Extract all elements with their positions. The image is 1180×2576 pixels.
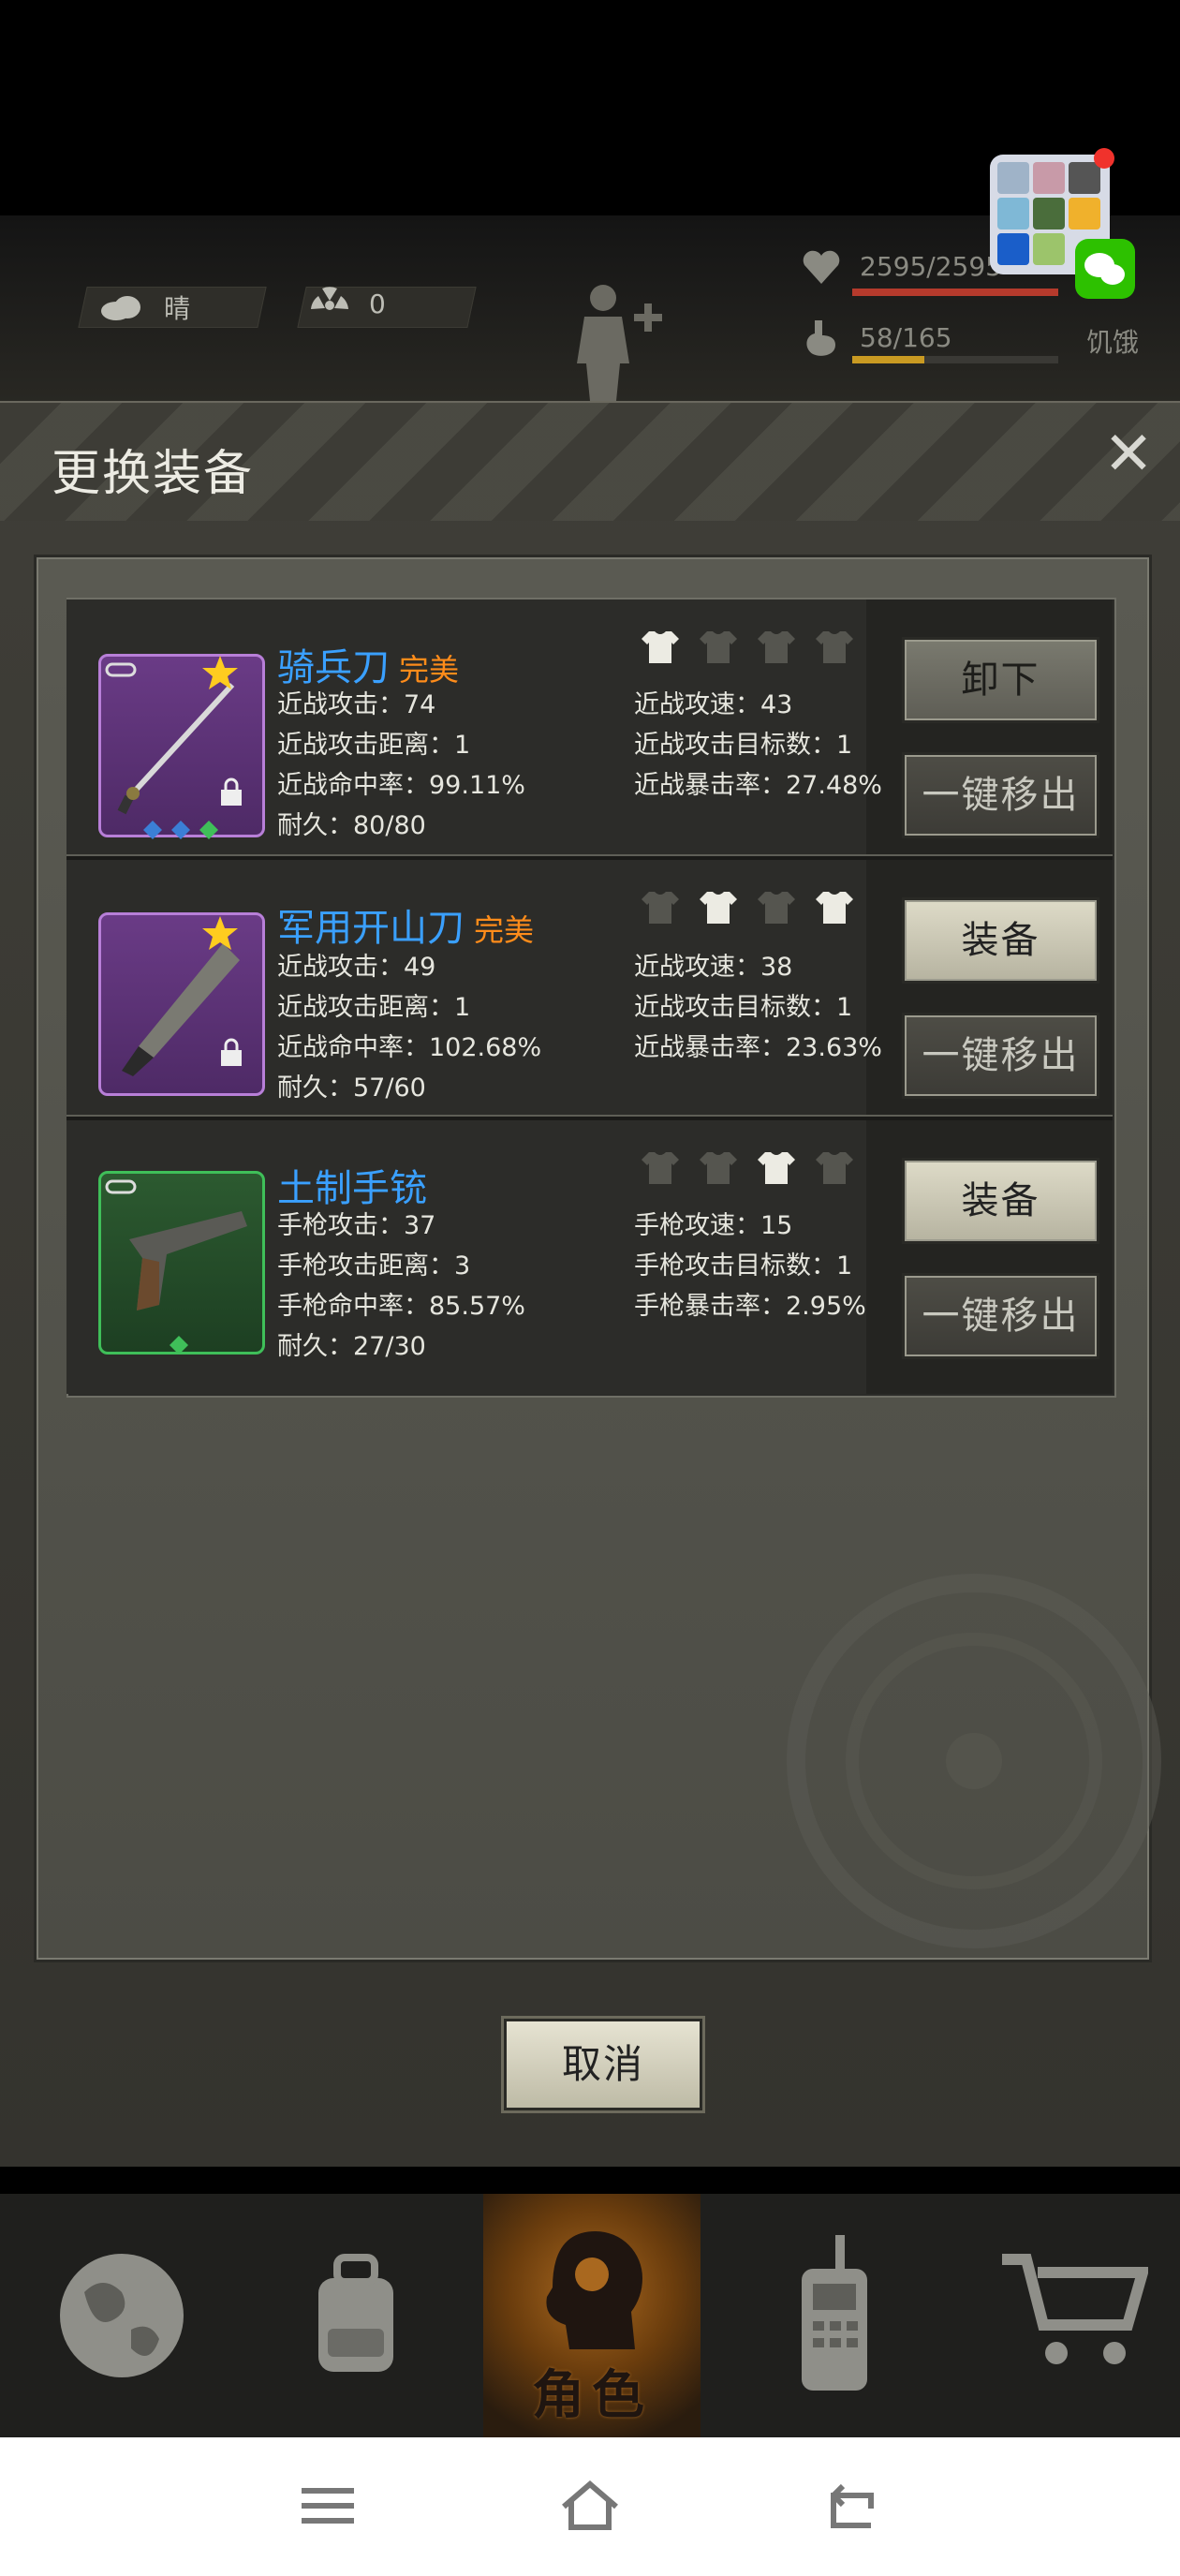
close-icon[interactable]: ✕ bbox=[1100, 424, 1157, 484]
attr-attack: 近战攻击：74 bbox=[277, 690, 436, 719]
shirt-tier-2-icon bbox=[700, 892, 738, 924]
attr-attack: 手枪攻击：37 bbox=[277, 1211, 436, 1240]
hunger-label: 饥饿 bbox=[1086, 327, 1140, 358]
attr-durability: 耐久：80/80 bbox=[277, 811, 426, 840]
heart-icon bbox=[803, 250, 840, 284]
backpack-icon bbox=[318, 2254, 393, 2372]
attr-accuracy: 近战命中率：102.68% bbox=[277, 1033, 542, 1062]
bottom-navigation: 角色 bbox=[0, 2194, 1180, 2437]
item-icon-frame[interactable] bbox=[98, 654, 265, 837]
nav-backpack[interactable] bbox=[253, 2194, 470, 2437]
wechat-icon[interactable] bbox=[1075, 239, 1135, 299]
menu-icon[interactable] bbox=[302, 2484, 354, 2527]
unequip-button[interactable]: 卸下 bbox=[902, 637, 1099, 723]
star-icon bbox=[202, 656, 238, 689]
attr-durability: 耐久：57/60 bbox=[277, 1073, 426, 1103]
nav-world[interactable] bbox=[9, 2194, 227, 2437]
head-gear-icon bbox=[546, 2231, 642, 2349]
home-icon[interactable] bbox=[558, 2479, 622, 2533]
equip-button[interactable]: 装备 bbox=[902, 897, 1099, 984]
item-quality: 完美 bbox=[399, 652, 460, 688]
shirt-tier-1-icon bbox=[642, 892, 679, 924]
hp-value: 2595/2595 bbox=[860, 251, 1002, 282]
nav-character-label: 角色 bbox=[532, 2365, 652, 2426]
cancel-button[interactable]: 取消 bbox=[504, 2019, 702, 2110]
stomach-icon bbox=[806, 320, 835, 356]
equip-button[interactable]: 装备 bbox=[902, 1158, 1099, 1244]
body-health-icon[interactable] bbox=[571, 279, 674, 401]
remove-all-button[interactable]: 一键移出 bbox=[902, 752, 1099, 838]
lock-icon bbox=[221, 777, 242, 806]
system-navigation-bar bbox=[0, 2437, 1180, 2576]
shirt-tier-4-icon bbox=[816, 892, 854, 924]
shirt-tier-1-icon bbox=[642, 631, 679, 663]
attr-speed: 近战攻速：38 bbox=[634, 953, 793, 982]
shirt-tier-3-icon bbox=[758, 892, 796, 924]
shirt-tier-4-icon bbox=[816, 631, 854, 663]
notification-dot bbox=[1094, 148, 1114, 169]
radiation-value: 0 bbox=[369, 289, 386, 319]
weather-cloud-icon bbox=[101, 296, 140, 320]
attr-range: 手枪攻击距离：3 bbox=[277, 1251, 471, 1281]
attr-speed: 近战攻速：43 bbox=[634, 690, 793, 719]
link-icon bbox=[105, 662, 137, 677]
shirt-tier-3-icon bbox=[758, 631, 796, 663]
attr-crit: 近战暴击率：27.48% bbox=[634, 771, 882, 800]
walkie-talkie-icon bbox=[802, 2235, 867, 2391]
nav-shop[interactable] bbox=[970, 2194, 1180, 2437]
gem-slots bbox=[170, 1336, 188, 1355]
radiation-icon bbox=[311, 287, 348, 310]
nav-character[interactable]: 角色 bbox=[483, 2194, 701, 2437]
attr-targets: 近战攻击目标数：1 bbox=[634, 993, 853, 1022]
hp-bar bbox=[852, 289, 1058, 296]
shirt-tier-3-icon bbox=[758, 1152, 796, 1184]
cart-icon bbox=[1002, 2254, 1148, 2364]
gem-slots bbox=[143, 821, 218, 839]
armor-slot-icons bbox=[640, 888, 867, 929]
attr-attack: 近战攻击：49 bbox=[277, 953, 436, 982]
armor-slot-icons bbox=[640, 1148, 867, 1190]
item-icon-frame[interactable] bbox=[98, 1171, 265, 1355]
hunger-value: 58/165 bbox=[860, 322, 952, 353]
handgun-icon bbox=[129, 1211, 247, 1310]
armor-slot-icons bbox=[640, 628, 867, 669]
lock-icon bbox=[221, 1038, 242, 1066]
remove-all-button[interactable]: 一键移出 bbox=[902, 1273, 1099, 1359]
remove-all-button[interactable]: 一键移出 bbox=[902, 1013, 1099, 1099]
attr-range: 近战攻击距离：1 bbox=[277, 993, 471, 1022]
radiation-watermark-icon bbox=[787, 1574, 1161, 1948]
attr-crit: 近战暴击率：23.63% bbox=[634, 1033, 882, 1062]
attr-range: 近战攻击距离：1 bbox=[277, 731, 471, 760]
item-icon-frame[interactable] bbox=[98, 912, 265, 1096]
list-item: 骑兵刀 完美 近战攻击：74 近战攻击距离：1 近战命中率：99.11% 耐久：8… bbox=[66, 600, 1113, 854]
shirt-tier-2-icon bbox=[700, 631, 738, 663]
item-quality: 完美 bbox=[474, 912, 535, 948]
shirt-tier-1-icon bbox=[642, 1152, 679, 1184]
attr-targets: 手枪攻击目标数：1 bbox=[634, 1251, 853, 1281]
list-item: 土制手铳 手枪攻击：37 手枪攻击距离：3 手枪命中率：85.57% 耐久：27… bbox=[66, 1120, 1113, 1394]
weather-text: 晴 bbox=[164, 293, 191, 324]
attr-accuracy: 近战命中率：99.11% bbox=[277, 771, 525, 800]
shirt-tier-2-icon bbox=[700, 1152, 738, 1184]
dialog-title: 更换装备 bbox=[52, 446, 255, 502]
back-icon[interactable] bbox=[824, 2482, 880, 2531]
attr-speed: 手枪攻速：15 bbox=[634, 1211, 793, 1240]
star-icon bbox=[202, 916, 238, 950]
globe-icon bbox=[60, 2254, 184, 2377]
link-icon bbox=[105, 1179, 137, 1194]
hunger-bar bbox=[852, 356, 1058, 363]
list-item: 军用开山刀 完美 近战攻击：49 近战攻击距离：1 近战命中率：102.68% 耐… bbox=[66, 860, 1113, 1115]
attr-crit: 手枪暴击率：2.95% bbox=[634, 1292, 866, 1321]
item-name: 军用开山刀 完美 bbox=[277, 907, 535, 950]
attr-targets: 近战攻击目标数：1 bbox=[634, 731, 853, 760]
attr-durability: 耐久：27/30 bbox=[277, 1332, 426, 1361]
shirt-tier-4-icon bbox=[816, 1152, 854, 1184]
attr-accuracy: 手枪命中率：85.57% bbox=[277, 1292, 525, 1321]
nav-radio[interactable] bbox=[727, 2194, 944, 2437]
